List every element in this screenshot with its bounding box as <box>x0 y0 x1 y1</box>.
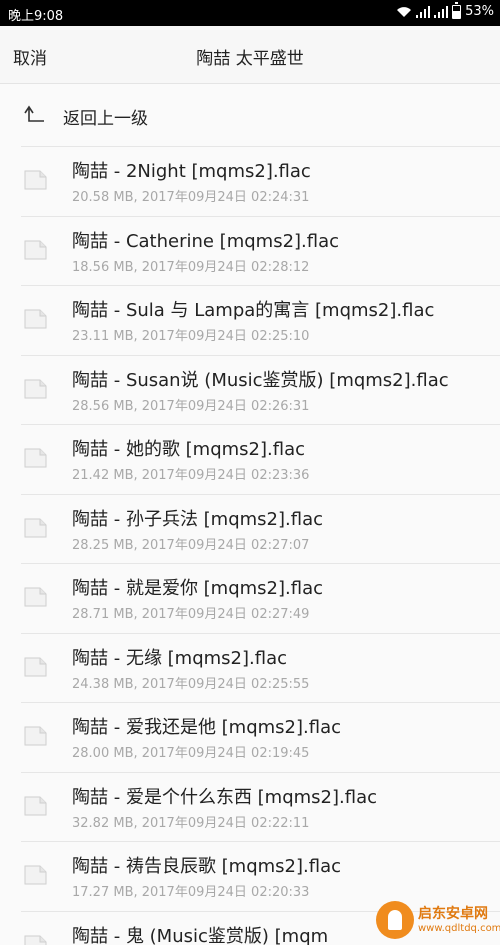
file-meta: 18.56 MB, 2017年09月24日 02:28:12 <box>72 259 310 275</box>
header-bar: 取消 陶喆 太平盛世 <box>0 26 500 84</box>
file-list-item[interactable]: 陶喆 - Susan说 (Music鉴赏版) [mqms2].flac 28.5… <box>0 354 500 425</box>
watermark-icon <box>376 901 414 939</box>
file-icon <box>24 170 47 190</box>
file-name: 陶喆 - 爱是个什么东西 [mqms2].flac <box>72 786 378 808</box>
file-icon <box>24 935 47 945</box>
file-meta: 32.82 MB, 2017年09月24日 02:22:11 <box>72 815 310 831</box>
file-list-item[interactable]: 陶喆 - 爱我还是他 [mqms2].flac 28.00 MB, 2017年0… <box>0 702 500 772</box>
file-name: 陶喆 - Catherine [mqms2].flac <box>72 230 340 252</box>
back-up-icon <box>24 105 44 122</box>
file-icon <box>24 865 47 885</box>
watermark-logo: 启东安卓网 www.qdltdq.com <box>376 901 500 941</box>
file-icon <box>24 379 47 398</box>
file-meta: 17.27 MB, 2017年09月24日 02:20:33 <box>72 885 310 900</box>
watermark-text: 启东安卓网 <box>418 906 488 922</box>
file-list-item[interactable]: 陶喆 - 爱是个什么东西 [mqms2].flac 32.82 MB, 2017… <box>0 771 500 842</box>
file-list-item[interactable]: 陶喆 - 她的歌 [mqms2].flac 21.42 MB, 2017年09月… <box>0 424 500 494</box>
page-title: 陶喆 太平盛世 <box>196 49 304 69</box>
status-bar: 晚上9:08 53% <box>0 0 500 26</box>
file-icon <box>24 726 47 746</box>
file-icon <box>24 657 47 676</box>
file-icon <box>24 309 47 329</box>
file-name: 陶喆 - Susan说 (Music鉴赏版) [mqms2].flac <box>72 369 449 391</box>
file-name: 陶喆 - Sula 与 Lampa的寓言 [mqms2].flac <box>72 300 435 321</box>
signal-icon <box>416 5 431 18</box>
file-meta: 28.71 MB, 2017年09月24日 02:27:49 <box>72 607 310 622</box>
file-icon <box>24 587 47 607</box>
file-meta: 20.58 MB, 2017年09月24日 02:24:31 <box>72 190 310 205</box>
file-meta: 23.11 MB, 2017年09月24日 02:25:10 <box>72 329 310 344</box>
file-meta: 28.00 MB, 2017年09月24日 02:19:45 <box>72 746 310 761</box>
file-list-item[interactable]: 陶喆 - Catherine [mqms2].flac 18.56 MB, 20… <box>0 215 500 286</box>
battery-percent: 53% <box>465 4 494 19</box>
file-list-item[interactable]: 陶喆 - 就是爱你 [mqms2].flac 28.71 MB, 2017年09… <box>0 563 500 633</box>
file-meta: 28.56 MB, 2017年09月24日 02:26:31 <box>72 398 310 414</box>
back-to-parent-button[interactable]: 返回上一级 <box>0 84 500 146</box>
file-name: 陶喆 - 就是爱你 [mqms2].flac <box>72 578 324 599</box>
file-name: 陶喆 - 2Night [mqms2].flac <box>72 161 311 182</box>
file-icon <box>24 448 47 468</box>
battery-icon <box>452 1 462 19</box>
back-label: 返回上一级 <box>63 109 148 129</box>
watermark-url: www.qdltdq.com <box>418 923 500 934</box>
file-meta: 21.42 MB, 2017年09月24日 02:23:36 <box>72 468 310 483</box>
file-name: 陶喆 - 孙子兵法 [mqms2].flac <box>72 508 324 530</box>
file-name: 陶喆 - 鬼 (Music鉴赏版) [mqm <box>72 925 329 945</box>
file-list-item[interactable]: 陶喆 - 无缘 [mqms2].flac 24.38 MB, 2017年09月2… <box>0 632 500 703</box>
file-list-item[interactable]: 陶喆 - Sula 与 Lampa的寓言 [mqms2].flac 23.11 … <box>0 285 500 355</box>
file-icon <box>24 240 47 259</box>
file-icon <box>24 796 47 815</box>
status-time: 晚上9:08 <box>8 9 64 24</box>
status-icons: 53% <box>396 1 494 19</box>
file-name: 陶喆 - 无缘 [mqms2].flac <box>72 647 288 669</box>
file-list: 陶喆 - 2Night [mqms2].flac 20.58 MB, 2017年… <box>0 146 500 945</box>
file-name: 陶喆 - 祷告良辰歌 [mqms2].flac <box>72 856 342 877</box>
file-list-item[interactable]: 陶喆 - 2Night [mqms2].flac 20.58 MB, 2017年… <box>0 146 500 216</box>
signal-icon <box>434 5 449 18</box>
file-name: 陶喆 - 爱我还是他 [mqms2].flac <box>72 717 342 738</box>
file-meta: 28.25 MB, 2017年09月24日 02:27:07 <box>72 537 310 553</box>
wifi-icon <box>397 6 412 17</box>
file-name: 陶喆 - 她的歌 [mqms2].flac <box>72 439 306 460</box>
file-list-item[interactable]: 陶喆 - 孙子兵法 [mqms2].flac 28.25 MB, 2017年09… <box>0 493 500 564</box>
file-meta: 24.38 MB, 2017年09月24日 02:25:55 <box>72 676 310 692</box>
file-icon <box>24 518 47 537</box>
